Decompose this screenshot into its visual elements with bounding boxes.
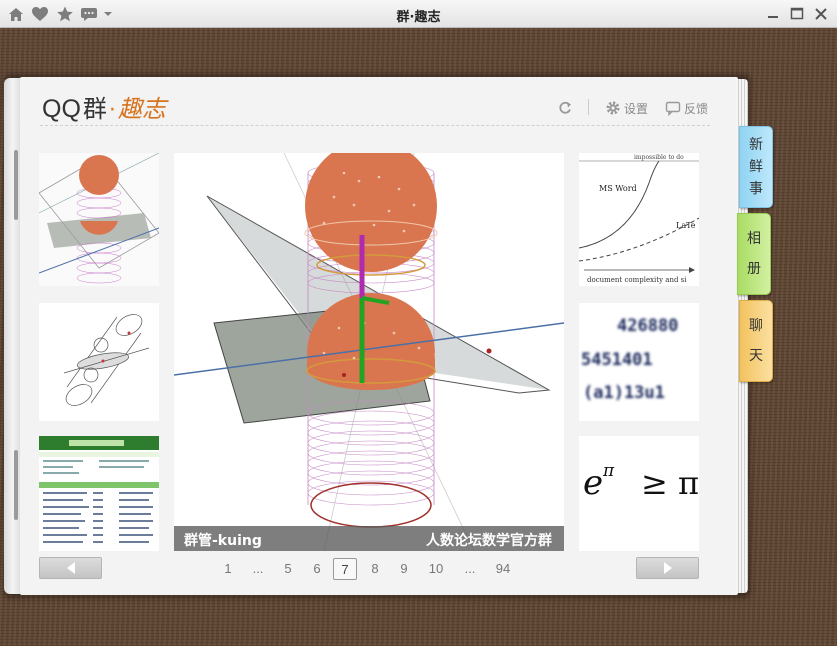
ms-word-label: MS Word <box>599 184 637 193</box>
page-ellipsis: ... <box>464 561 476 576</box>
page-link[interactable]: 1 <box>218 558 238 580</box>
app-logo: QQ 群 · 趣志 <box>42 89 166 123</box>
blurred-number-line: (a1)13u1 <box>583 383 665 403</box>
settings-button[interactable]: 设置 <box>605 99 648 117</box>
feedback-label: 反馈 <box>684 101 709 116</box>
photo-caption-bar: 群管-kuing 人数论坛数学官方群 <box>174 526 564 551</box>
gear-icon <box>606 101 620 115</box>
tab-news[interactable]: 新 鲜 事 <box>739 126 773 208</box>
tab-chat[interactable]: 聊 天 <box>739 300 773 382</box>
tab-news-char: 事 <box>749 181 763 197</box>
maximize-icon[interactable] <box>788 5 806 23</box>
chart-caption-text: impossible to do <box>634 154 684 161</box>
latex-label: LaTe <box>676 221 696 230</box>
forum-page-thumbnail[interactable] <box>39 436 159 551</box>
geometry-3d-image <box>174 153 564 551</box>
page-link[interactable]: 5 <box>278 558 298 580</box>
blurred-number-line: 426880 <box>617 316 678 336</box>
logo-qun: 群 <box>82 95 107 123</box>
next-button[interactable] <box>636 557 699 579</box>
page-link[interactable]: 6 <box>307 558 327 580</box>
page-link[interactable]: 9 <box>394 558 414 580</box>
formula-rhs: ≥ π <box>641 464 699 502</box>
refresh-icon <box>559 101 571 114</box>
feedback-button[interactable]: 反馈 <box>665 99 708 117</box>
ms-word-chart-thumbnail[interactable]: impossible to do MS Word LaTe document c… <box>579 153 699 286</box>
page-link[interactable]: 8 <box>365 558 385 580</box>
page-link[interactable]: 94 <box>490 558 516 580</box>
math-formula-thumbnail[interactable]: e π ≥ π <box>579 436 699 551</box>
arrow-left-icon <box>67 562 75 574</box>
page-ellipsis: ... <box>252 561 264 576</box>
minimize-icon[interactable] <box>764 5 782 23</box>
page-link-current[interactable]: 7 <box>333 558 357 580</box>
logo-qq: QQ <box>42 95 81 123</box>
photo-group-name: 人数论坛数学官方群 <box>426 533 552 549</box>
refresh-button[interactable] <box>557 99 576 117</box>
tab-album-char: 相 <box>747 231 761 247</box>
tab-chat-char: 天 <box>749 348 763 364</box>
tab-album-char: 册 <box>747 261 761 277</box>
settings-label: 设置 <box>624 101 649 116</box>
previous-button[interactable] <box>39 557 102 579</box>
blurred-number-line: 5451401 <box>581 350 653 370</box>
spine-mark <box>14 150 18 220</box>
speech-bubble-icon <box>665 101 681 116</box>
spine-mark <box>14 450 18 520</box>
photo-uploader: 群管-kuing <box>184 533 262 549</box>
formula-base: e <box>583 463 603 503</box>
tab-news-char: 新 <box>749 137 763 153</box>
ellipse-sketch-thumbnail[interactable] <box>39 303 159 421</box>
pagination: 1 ... 5 6 7 8 9 10 ... 94 <box>218 558 528 580</box>
header-divider <box>588 99 589 115</box>
title-bar: 群·趣志 <box>0 0 837 28</box>
page-link[interactable]: 10 <box>424 558 448 580</box>
close-icon[interactable] <box>812 5 830 23</box>
tab-news-char: 鲜 <box>749 159 763 175</box>
tab-album[interactable]: 相 册 <box>737 213 771 295</box>
blurred-numbers-thumbnail[interactable]: 426880 5451401 (a1)13u1 <box>579 303 699 421</box>
geometry-3d-thumbnail[interactable] <box>39 153 159 286</box>
logo-dot: · <box>108 98 116 123</box>
window-title: 群·趣志 <box>396 10 441 25</box>
formula-exponent: π <box>602 461 615 481</box>
logo-quzhi: 趣志 <box>117 95 166 123</box>
axis-label-text: document complexity and si <box>587 276 687 284</box>
arrow-right-icon <box>664 562 672 574</box>
main-photo[interactable]: 群管-kuing 人数论坛数学官方群 <box>174 153 564 551</box>
tab-chat-char: 聊 <box>749 318 763 334</box>
header-separator <box>40 125 710 126</box>
